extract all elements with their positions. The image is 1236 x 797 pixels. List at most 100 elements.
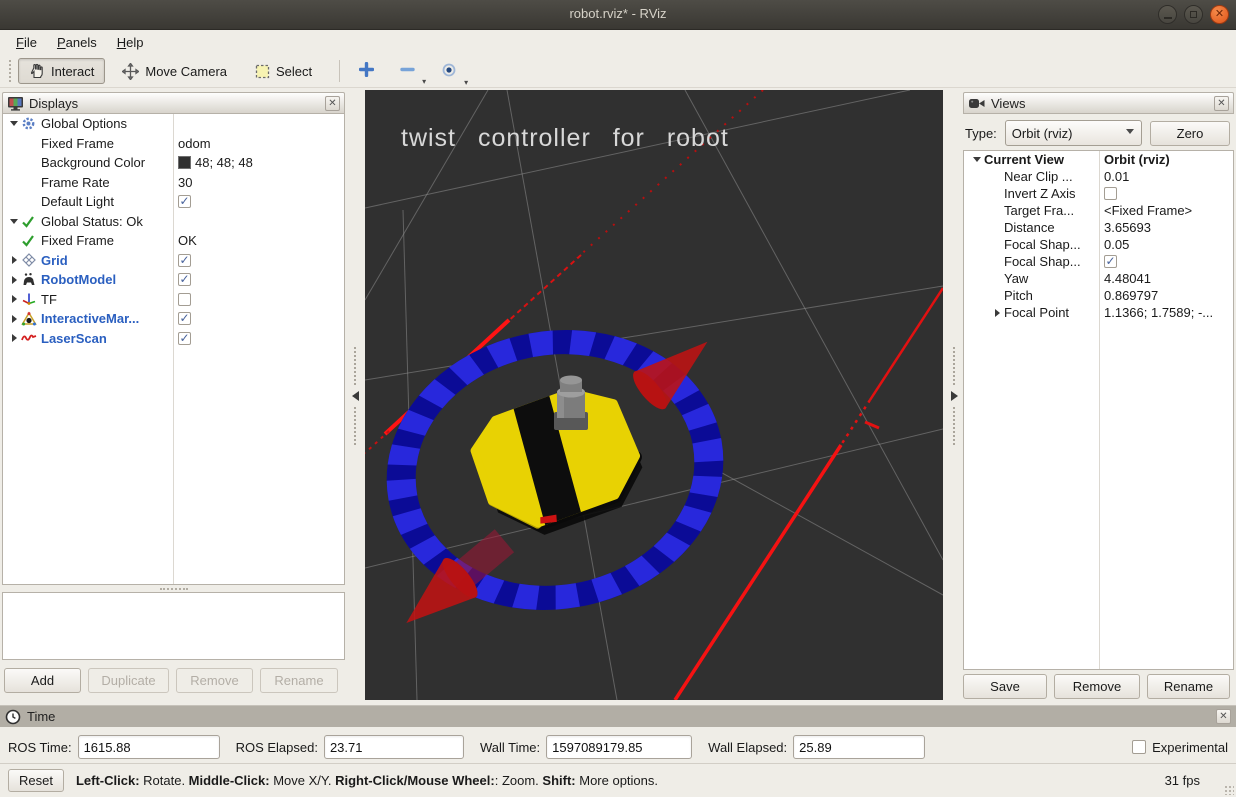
expander-closed-icon[interactable]	[7, 334, 21, 342]
property-value[interactable]: 3.65693	[1101, 219, 1151, 236]
expander-closed-icon[interactable]	[990, 309, 1004, 317]
view-type-select[interactable]: Orbit (rviz)	[1005, 120, 1142, 146]
save-button[interactable]: Save	[963, 674, 1047, 699]
3d-viewport[interactable]: twist controller for robot	[365, 90, 943, 700]
left-dock-splitter[interactable]	[345, 88, 365, 703]
property-value[interactable]: 0.869797	[1101, 287, 1158, 304]
interact-tool[interactable]: Interact	[18, 58, 105, 84]
tree-row-default-light[interactable]: Default Light✓	[3, 192, 344, 212]
property-value[interactable]: OK	[175, 231, 197, 251]
expander-closed-icon[interactable]	[7, 276, 21, 284]
move-camera-tool[interactable]: Move Camera	[111, 58, 238, 85]
measure-button[interactable]: ▾	[391, 57, 424, 85]
property-value[interactable]	[175, 114, 178, 134]
checkbox-unchecked[interactable]	[1104, 187, 1117, 200]
chevron-down-icon[interactable]: ▾	[422, 77, 426, 86]
property-value[interactable]: Orbit (rviz)	[1101, 151, 1170, 168]
checkbox-checked[interactable]: ✓	[178, 254, 191, 267]
displays-close-icon[interactable]: ✕	[325, 96, 340, 111]
checkbox-unchecked[interactable]	[178, 293, 191, 306]
checkbox-checked[interactable]: ✓	[178, 332, 191, 345]
tree-row-global-status-ok[interactable]: Global Status: Ok	[3, 212, 344, 232]
time-panel-header[interactable]: Time ✕	[0, 705, 1236, 727]
tree-row-robotmodel[interactable]: RobotModel✓	[3, 270, 344, 290]
property-value[interactable]: 4.48041	[1101, 270, 1151, 287]
tree-row-background-color[interactable]: Background Color48; 48; 48	[3, 153, 344, 173]
views-close-icon[interactable]: ✕	[1214, 96, 1229, 111]
titlebar[interactable]: robot.rviz* - RViz ✕	[0, 0, 1236, 30]
expander-open-icon[interactable]	[7, 219, 21, 224]
time-close-icon[interactable]: ✕	[1216, 709, 1231, 724]
expander-open-icon[interactable]	[970, 157, 984, 162]
chevron-down-icon[interactable]: ▾	[464, 78, 468, 87]
expander-closed-icon[interactable]	[7, 315, 21, 323]
maximize-button[interactable]	[1184, 5, 1203, 24]
tree-row-current-view[interactable]: Current ViewOrbit (rviz)	[964, 151, 1233, 168]
tree-row-frame-rate[interactable]: Frame Rate30	[3, 173, 344, 193]
checkbox-checked[interactable]: ✓	[178, 312, 191, 325]
property-value[interactable]: 48; 48; 48	[175, 153, 253, 173]
menu-file[interactable]: File	[6, 32, 47, 53]
collapse-left-icon[interactable]	[352, 391, 359, 401]
tree-row-focal-point[interactable]: Focal Point1.1366; 1.7589; -...	[964, 304, 1233, 321]
focus-camera-button[interactable]	[350, 57, 383, 85]
property-value[interactable]: 0.01	[1101, 168, 1129, 185]
views-panel-header[interactable]: Views ✕	[963, 92, 1234, 114]
tree-row-target-fra[interactable]: Target Fra...<Fixed Frame>	[964, 202, 1233, 219]
tree-row-fixed-frame[interactable]: Fixed FrameOK	[3, 231, 344, 251]
property-value[interactable]: ✓	[175, 251, 191, 271]
checkbox-checked[interactable]: ✓	[1104, 255, 1117, 268]
wall-elapsed-input[interactable]	[793, 735, 925, 759]
zero-button[interactable]: Zero	[1150, 121, 1230, 146]
tree-row-distance[interactable]: Distance3.65693	[964, 219, 1233, 236]
splitter-handle[interactable]	[2, 585, 345, 592]
property-value[interactable]: ✓	[175, 309, 191, 329]
property-value[interactable]: <Fixed Frame>	[1101, 202, 1192, 219]
property-value[interactable]: 30	[175, 173, 192, 193]
wall-time-input[interactable]	[546, 735, 692, 759]
remove-button[interactable]: Remove	[1054, 674, 1140, 699]
expander-open-icon[interactable]	[7, 121, 21, 126]
tree-row-near-clip[interactable]: Near Clip ...0.01	[964, 168, 1233, 185]
menu-help[interactable]: Help	[107, 32, 154, 53]
tree-row-grid[interactable]: Grid✓	[3, 251, 344, 271]
toolbar-drag-handle[interactable]	[9, 60, 13, 82]
checkbox-checked[interactable]: ✓	[178, 195, 191, 208]
right-dock-splitter[interactable]	[944, 88, 964, 703]
ros-time-input[interactable]	[78, 735, 220, 759]
expander-closed-icon[interactable]	[7, 295, 21, 303]
add-button[interactable]: Add	[4, 668, 81, 693]
tree-row-fixed-frame[interactable]: Fixed Frameodom	[3, 134, 344, 154]
tree-row-focal-shap[interactable]: Focal Shap...0.05	[964, 236, 1233, 253]
resize-grip[interactable]	[1224, 785, 1234, 795]
checkbox-unchecked[interactable]	[1132, 740, 1146, 754]
collapse-right-icon[interactable]	[951, 391, 958, 401]
property-value[interactable]: ✓	[175, 270, 191, 290]
tree-row-tf[interactable]: TF	[3, 290, 344, 310]
property-value[interactable]	[1101, 185, 1117, 202]
property-value[interactable]: 1.1366; 1.7589; -...	[1101, 304, 1213, 321]
close-button[interactable]: ✕	[1210, 5, 1229, 24]
tree-row-laserscan[interactable]: LaserScan✓	[3, 329, 344, 349]
select-tool[interactable]: Select	[244, 59, 323, 84]
rename-button[interactable]: Rename	[1147, 674, 1230, 699]
expander-closed-icon[interactable]	[7, 256, 21, 264]
tree-row-focal-shap[interactable]: Focal Shap...✓	[964, 253, 1233, 270]
property-value[interactable]	[175, 212, 178, 232]
tree-row-invert-z-axis[interactable]: Invert Z Axis	[964, 185, 1233, 202]
displays-panel-header[interactable]: Displays ✕	[2, 92, 345, 114]
tree-row-global-options[interactable]: Global Options	[3, 114, 344, 134]
property-value[interactable]: ✓	[1101, 253, 1117, 270]
menu-panels[interactable]: Panels	[47, 32, 107, 53]
tree-row-pitch[interactable]: Pitch0.869797	[964, 287, 1233, 304]
property-value[interactable]: ✓	[175, 192, 191, 212]
publish-point-button[interactable]: ▾	[432, 57, 466, 86]
property-value[interactable]: ✓	[175, 329, 191, 349]
tree-row-interactivemar[interactable]: InteractiveMar...✓	[3, 309, 344, 329]
tree-row-yaw[interactable]: Yaw4.48041	[964, 270, 1233, 287]
property-value[interactable]: 0.05	[1101, 236, 1129, 253]
ros-elapsed-input[interactable]	[324, 735, 464, 759]
property-value[interactable]	[175, 290, 191, 310]
property-value[interactable]: odom	[175, 134, 211, 154]
minimize-button[interactable]	[1158, 5, 1177, 24]
